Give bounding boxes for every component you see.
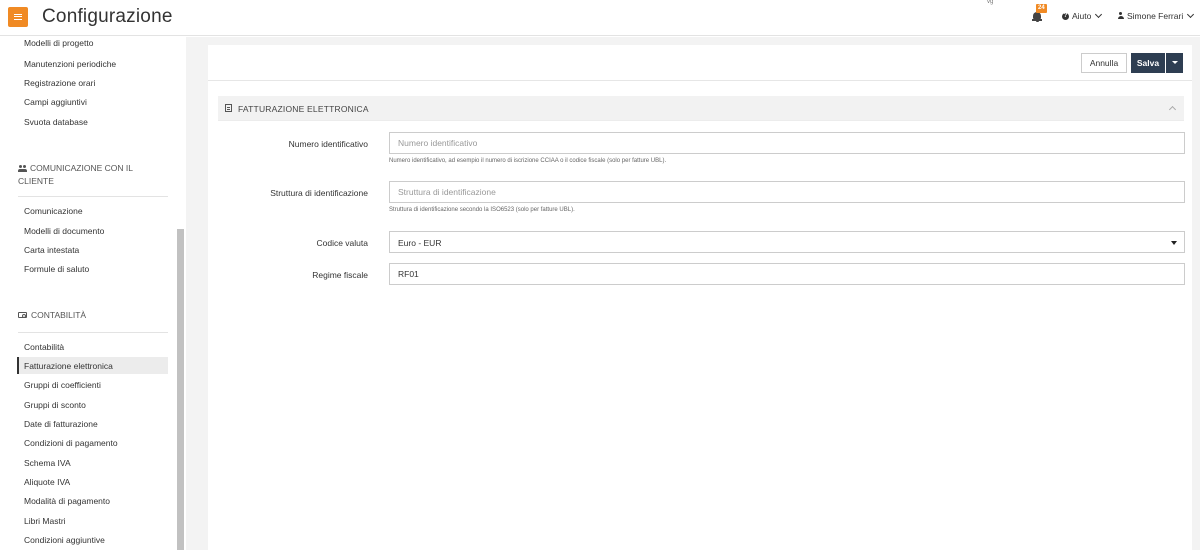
sidebar-item-payment-methods[interactable]: Modalità di pagamento xyxy=(24,496,110,506)
section-header[interactable]: FATTURAZIONE ELETTRONICA xyxy=(218,96,1184,121)
header-mark: vg xyxy=(987,0,994,5)
tax-regime-input[interactable] xyxy=(389,263,1185,285)
sidebar-item-vat-rates[interactable]: Aliquote IVA xyxy=(24,477,70,487)
currency-selected-value: Euro - EUR xyxy=(398,238,442,248)
menu-button[interactable] xyxy=(8,7,28,27)
cancel-button[interactable]: Annulla xyxy=(1081,53,1127,73)
sidebar-item-custom-fields[interactable]: Campi aggiuntivi xyxy=(24,97,87,107)
help-menu[interactable]: ? Aiuto xyxy=(1062,10,1103,21)
hamburger-icon xyxy=(14,14,22,20)
sidebar-item-vat-scheme[interactable]: Schema IVA xyxy=(24,458,71,468)
user-menu[interactable]: Simone Ferrari xyxy=(1117,10,1195,21)
sidebar-item-accounting[interactable]: Contabilità xyxy=(24,342,64,352)
sidebar-item-document-models[interactable]: Modelli di documento xyxy=(24,226,104,236)
divider xyxy=(18,196,168,197)
identifier-input[interactable] xyxy=(389,132,1185,154)
user-name: Simone Ferrari xyxy=(1127,11,1184,21)
identification-structure-input[interactable] xyxy=(389,181,1185,203)
sidebar-item-coefficient-groups[interactable]: Gruppi di coefficienti xyxy=(24,380,101,390)
sidebar-item-letterhead[interactable]: Carta intestata xyxy=(24,245,79,255)
notification-badge[interactable]: 24 xyxy=(1036,4,1047,13)
sidebar-item-billing-dates[interactable]: Date di fatturazione xyxy=(24,419,98,429)
help-label: Aiuto xyxy=(1072,11,1092,21)
document-icon xyxy=(225,104,232,112)
sidebar-item-time-registration[interactable]: Registrazione orari xyxy=(24,78,95,88)
sidebar-item-ledgers[interactable]: Libri Mastri xyxy=(24,516,66,526)
sidebar: Modelli di progetto Manutenzioni periodi… xyxy=(0,37,186,550)
sidebar-item-electronic-invoicing[interactable]: Fatturazione elettronica xyxy=(24,361,113,371)
user-icon xyxy=(1117,12,1124,20)
identifier-label: Numero identificativo xyxy=(288,139,368,149)
chevron-down-icon xyxy=(1187,10,1195,19)
tax-regime-label: Regime fiscale xyxy=(312,270,368,280)
sidebar-item-greetings[interactable]: Formule di saluto xyxy=(24,264,89,274)
save-options-button[interactable] xyxy=(1166,53,1183,73)
top-bar: Configurazione vg 24 ? Aiuto Simone Ferr… xyxy=(0,0,1200,36)
sidebar-item-project-models[interactable]: Modelli di progetto xyxy=(24,38,93,48)
sidebar-item-payment-terms[interactable]: Condizioni di pagamento xyxy=(24,438,118,448)
sidebar-item-periodic-maintenance[interactable]: Manutenzioni periodiche xyxy=(24,59,116,69)
page-title: Configurazione xyxy=(42,6,173,27)
money-icon xyxy=(18,312,27,318)
caret-down-icon xyxy=(1171,241,1177,245)
sidebar-item-empty-database[interactable]: Svuota database xyxy=(24,117,88,127)
identification-structure-label: Struttura di identificazione xyxy=(270,188,368,198)
sidebar-item-communication[interactable]: Comunicazione xyxy=(24,206,83,216)
identifier-help: Numero identificativo, ad esempio il num… xyxy=(389,158,667,164)
sidebar-item-discount-groups[interactable]: Gruppi di sconto xyxy=(24,400,86,410)
chevron-up-icon[interactable] xyxy=(1168,105,1177,114)
sidebar-item-additional-conditions[interactable]: Condizioni aggiuntive xyxy=(24,535,105,545)
section-title: FATTURAZIONE ELETTRONICA xyxy=(238,104,369,114)
divider xyxy=(208,80,1192,81)
divider xyxy=(18,332,168,333)
identification-structure-help: Struttura di identificazione secondo la … xyxy=(389,207,575,213)
sidebar-section-communication: COMUNICAZIONE CON IL CLIENTE xyxy=(18,163,133,186)
save-button[interactable]: Salva xyxy=(1131,53,1165,73)
sidebar-scrollbar[interactable] xyxy=(177,229,184,550)
chevron-down-icon xyxy=(1095,10,1103,19)
users-icon xyxy=(18,165,27,172)
question-icon: ? xyxy=(1062,12,1069,20)
currency-select[interactable]: Euro - EUR xyxy=(389,231,1185,253)
sidebar-section-accounting: CONTABILITÀ xyxy=(18,309,86,322)
currency-label: Codice valuta xyxy=(316,238,368,248)
